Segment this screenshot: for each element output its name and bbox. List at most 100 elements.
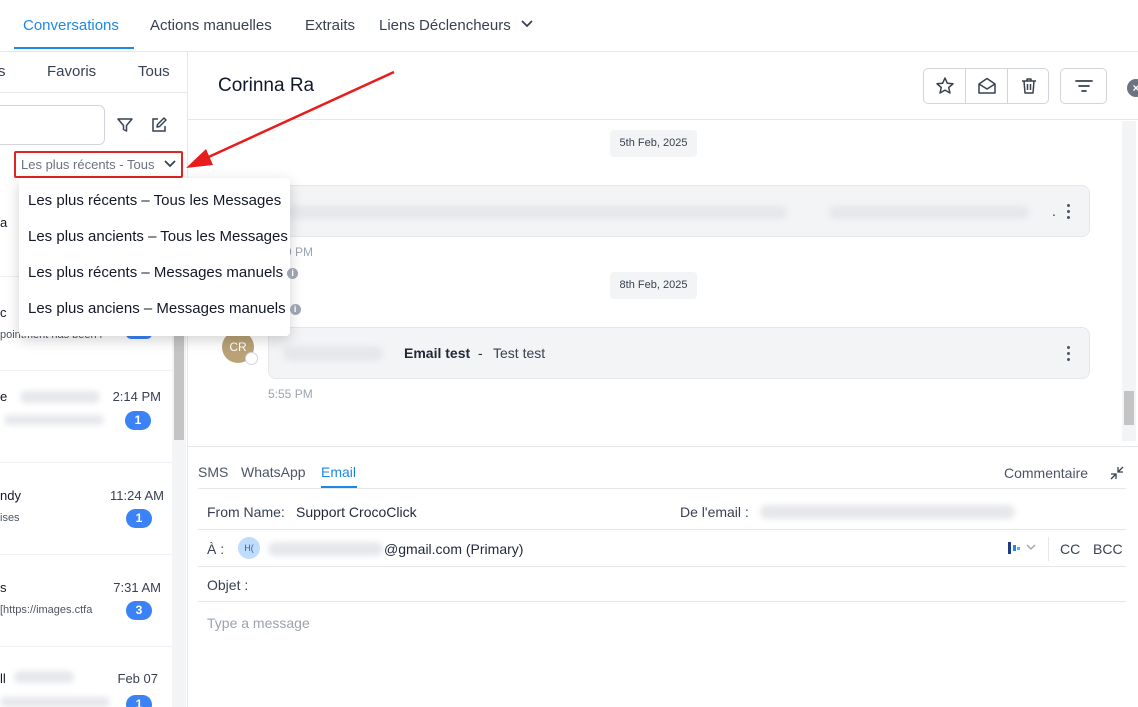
message-input[interactable]: Type a message bbox=[207, 615, 310, 631]
sort-select-value: Les plus récents - Tous bbox=[21, 157, 155, 172]
unread-badge: 1 bbox=[126, 695, 152, 707]
chevron-down-icon[interactable] bbox=[1026, 544, 1036, 551]
sort-option-label: Les plus ancients – Tous les Messages bbox=[28, 228, 288, 245]
contact-name: ll bbox=[0, 671, 6, 686]
delete-button[interactable] bbox=[1008, 69, 1050, 103]
message-composer: SMS WhatsApp Email Commentaire From Name… bbox=[188, 446, 1138, 707]
sort-option-newest-all[interactable]: Les plus récents – Tous les Messages bbox=[28, 192, 281, 209]
tab-trigger-links-label: Liens Déclencheurs bbox=[379, 17, 511, 34]
envelope-open-icon bbox=[978, 77, 996, 94]
avatar-initials: CR bbox=[229, 340, 247, 354]
subtab-unread[interactable]: s bbox=[0, 63, 6, 80]
tab-sms[interactable]: SMS bbox=[198, 464, 228, 480]
funnel-icon[interactable] bbox=[116, 116, 134, 134]
collapse-icon[interactable] bbox=[1109, 465, 1125, 481]
sort-dropdown-menu: Les plus récents – Tous les Messages Les… bbox=[19, 178, 301, 336]
chevron-down-icon bbox=[521, 20, 533, 28]
comment-tab[interactable]: Commentaire bbox=[1004, 465, 1088, 481]
divider bbox=[198, 488, 1126, 489]
tab-trigger-links[interactable]: Liens Déclencheurs bbox=[379, 17, 533, 34]
redacted-text bbox=[287, 206, 787, 219]
redacted-text bbox=[20, 391, 100, 403]
tab-email[interactable]: Email bbox=[321, 464, 356, 480]
divider bbox=[198, 601, 1126, 602]
list-item[interactable]: ll Feb 07 1 bbox=[0, 647, 172, 707]
trash-icon bbox=[1022, 78, 1036, 94]
contact-name: c bbox=[0, 305, 7, 320]
list-item[interactable]: s 7:31 AM [https://images.ctfa 3 bbox=[0, 555, 172, 647]
list-item[interactable]: e 2:14 PM 1 bbox=[0, 371, 172, 463]
contact-name: e bbox=[0, 389, 8, 404]
cc-button[interactable]: CC bbox=[1060, 541, 1080, 557]
to-label: À : bbox=[207, 541, 225, 557]
tab-snippets[interactable]: Extraits bbox=[305, 17, 355, 34]
redacted-text bbox=[0, 697, 110, 707]
search-input[interactable] bbox=[0, 105, 105, 145]
info-icon[interactable]: i bbox=[289, 304, 301, 315]
recipient-initials: H( bbox=[244, 543, 254, 553]
subject-separator: - bbox=[478, 345, 483, 361]
redacted-text bbox=[14, 671, 74, 683]
message-time: 5:55 PM bbox=[268, 387, 313, 401]
unread-badge: 1 bbox=[126, 509, 152, 528]
close-icon[interactable]: × bbox=[1127, 79, 1138, 97]
divider bbox=[0, 92, 187, 93]
sort-option-newest-manual[interactable]: Les plus récents – Messages manuels i bbox=[28, 264, 299, 281]
subtab-all[interactable]: Tous bbox=[138, 63, 170, 80]
more-options-icon[interactable] bbox=[1067, 346, 1071, 362]
redacted-text bbox=[829, 206, 1029, 219]
redacted-text bbox=[268, 542, 383, 556]
conversation-list-panel: s Favoris Tous Les plus récents - Tous a… bbox=[0, 52, 188, 707]
date-separator: 5th Feb, 2025 bbox=[610, 130, 697, 157]
sort-option-label: Les plus récents – Messages manuels bbox=[28, 264, 284, 281]
compose-icon[interactable] bbox=[150, 116, 168, 134]
bcc-button[interactable]: BCC bbox=[1093, 541, 1123, 557]
email-body: Test test bbox=[493, 345, 546, 361]
chevron-down-icon bbox=[164, 160, 176, 168]
redacted-text bbox=[4, 415, 104, 425]
list-item[interactable]: ndy 11:24 AM ises 1 bbox=[0, 463, 172, 555]
subtab-favorites[interactable]: Favoris bbox=[47, 63, 96, 80]
active-tab-underline bbox=[14, 47, 134, 49]
message-thread: 5th Feb, 2025 . 9 PM 8th Feb, 2025 CR Em… bbox=[188, 121, 1122, 441]
filter-button[interactable] bbox=[1060, 68, 1107, 104]
scrollbar-thumb[interactable] bbox=[1124, 391, 1134, 425]
sort-option-oldest-all[interactable]: Les plus ancients – Tous les Messages bbox=[28, 228, 288, 245]
mark-read-button[interactable] bbox=[966, 69, 1008, 103]
sort-option-label: Les plus récents – Tous les Messages bbox=[28, 192, 282, 209]
contact-title: Corinna Ra bbox=[218, 75, 315, 96]
star-button[interactable] bbox=[924, 69, 966, 103]
scrollbar[interactable] bbox=[1122, 121, 1136, 441]
top-navigation: Conversations Actions manuelles Extraits… bbox=[0, 0, 1138, 52]
conversation-time: 2:14 PM bbox=[112, 389, 161, 404]
message-preview: [https://images.ctfa bbox=[0, 604, 93, 616]
redacted-text bbox=[283, 346, 383, 361]
message-preview: ises bbox=[0, 512, 20, 524]
tab-whatsapp[interactable]: WhatsApp bbox=[241, 464, 306, 480]
divider bbox=[198, 529, 1126, 530]
date-separator: 8th Feb, 2025 bbox=[610, 272, 697, 299]
from-name-value[interactable]: Support CrocoClick bbox=[296, 504, 417, 520]
sort-option-label: Les plus anciens – Messages manuels bbox=[28, 300, 286, 317]
more-options-icon[interactable] bbox=[1067, 204, 1071, 220]
tab-conversations[interactable]: Conversations bbox=[23, 17, 119, 34]
tab-manual-actions[interactable]: Actions manuelles bbox=[150, 17, 272, 34]
sort-select[interactable]: Les plus récents - Tous bbox=[14, 151, 183, 178]
recipient-email[interactable]: @gmail.com (Primary) bbox=[384, 541, 523, 557]
info-icon[interactable]: i bbox=[287, 268, 299, 279]
conversation-header: Corinna Ra × bbox=[188, 52, 1138, 120]
sort-option-oldest-manual[interactable]: Les plus anciens – Messages manuels i bbox=[28, 300, 301, 317]
email-subject: Email test bbox=[404, 345, 471, 361]
message-text-end: . bbox=[1052, 203, 1056, 219]
contact-name: ndy bbox=[0, 488, 21, 503]
star-icon bbox=[936, 77, 954, 94]
conversation-time: 11:24 AM bbox=[110, 488, 164, 503]
redacted-text bbox=[760, 505, 1015, 519]
unread-badge: 1 bbox=[125, 411, 151, 430]
filter-lines-icon bbox=[1075, 80, 1093, 92]
provider-icon[interactable] bbox=[1007, 540, 1021, 556]
conversation-time: 7:31 AM bbox=[113, 580, 161, 595]
divider bbox=[198, 566, 1126, 567]
subject-label: Objet : bbox=[207, 577, 249, 593]
message-bubble: . bbox=[268, 185, 1090, 237]
